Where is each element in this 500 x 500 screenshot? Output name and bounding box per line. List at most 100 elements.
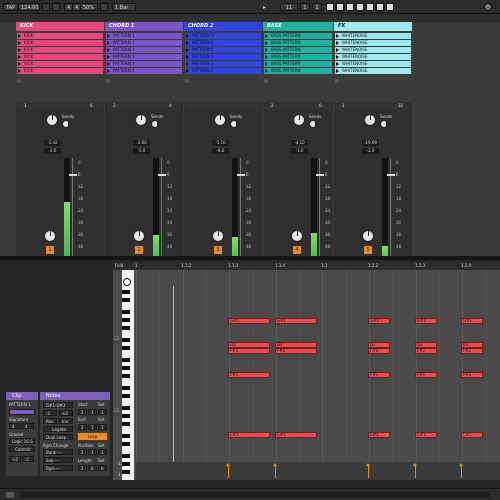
clip-launch-icon[interactable] bbox=[336, 55, 339, 59]
clip-slot[interactable]: KICK bbox=[17, 33, 103, 39]
volume-readout[interactable]: -4.10 bbox=[291, 140, 308, 146]
send-readout[interactable]: -5.0 bbox=[133, 148, 150, 154]
black-key[interactable] bbox=[122, 414, 130, 418]
send-readout[interactable]: -6.0 bbox=[212, 148, 229, 154]
black-key[interactable] bbox=[122, 422, 130, 426]
stop-clip-icon[interactable] bbox=[185, 79, 189, 83]
clip-launch-icon[interactable] bbox=[186, 69, 189, 73]
black-key[interactable] bbox=[122, 338, 130, 342]
track-activator[interactable]: 5 bbox=[364, 246, 372, 254]
black-key[interactable] bbox=[122, 326, 130, 330]
clip-slot[interactable]: PATTERN 1 bbox=[106, 40, 182, 46]
midi-note[interactable]: C#1 bbox=[461, 432, 483, 438]
volume-fader[interactable] bbox=[69, 174, 77, 176]
reverse-button[interactable]: Rev bbox=[43, 418, 57, 424]
velocity-stem[interactable] bbox=[228, 466, 229, 478]
clip-slot[interactable]: PATTERN 1 bbox=[106, 33, 182, 39]
drop-area[interactable] bbox=[414, 22, 500, 102]
end-bar[interactable]: 2 bbox=[78, 424, 87, 430]
midi-note[interactable]: F#2 bbox=[275, 348, 317, 354]
crossfade-knob[interactable] bbox=[133, 230, 145, 242]
send-knob[interactable] bbox=[309, 120, 317, 128]
black-key[interactable] bbox=[122, 318, 130, 322]
midi-note[interactable]: F#1 bbox=[228, 372, 270, 378]
clip-launch-icon[interactable] bbox=[336, 48, 339, 52]
stop-clip-icon[interactable] bbox=[335, 79, 339, 83]
track-header[interactable]: CHORD 2 bbox=[184, 22, 262, 31]
quantization-select[interactable]: 1 Bar bbox=[112, 3, 136, 11]
start-beat[interactable]: 1 bbox=[88, 409, 97, 415]
clip-half-button[interactable]: ×2 bbox=[9, 456, 21, 462]
clip-slot[interactable]: PATTERN 1 bbox=[185, 40, 261, 46]
pgm-field[interactable]: Pgm --- bbox=[43, 465, 73, 471]
io-bar[interactable] bbox=[186, 102, 260, 110]
length-sixteenth[interactable]: 0 bbox=[98, 465, 107, 471]
clip-launch-icon[interactable] bbox=[336, 69, 339, 73]
start-sixteenth[interactable]: 1 bbox=[98, 409, 107, 415]
clip-launch-icon[interactable] bbox=[265, 34, 268, 38]
clip-launch-icon[interactable] bbox=[18, 48, 21, 52]
pan-knob[interactable] bbox=[293, 114, 305, 126]
position-beat[interactable]: 1 bbox=[300, 3, 310, 11]
loop-button[interactable]: Loop bbox=[78, 433, 107, 440]
clip-launch-icon[interactable] bbox=[336, 62, 339, 66]
black-key[interactable] bbox=[122, 346, 130, 350]
stop-clip-icon[interactable] bbox=[106, 79, 110, 83]
end-beat[interactable]: 1 bbox=[88, 424, 97, 430]
midi-note[interactable]: F#2 bbox=[368, 348, 390, 354]
clip-double-button[interactable]: :2 bbox=[22, 456, 34, 462]
black-key[interactable] bbox=[122, 470, 130, 474]
midi-note[interactable]: F#2 bbox=[461, 348, 483, 354]
clip-slot[interactable]: KICK bbox=[17, 47, 103, 53]
stop-clip-icon[interactable] bbox=[264, 79, 268, 83]
preview-toggle-icon[interactable] bbox=[123, 278, 131, 286]
clip-launch-icon[interactable] bbox=[265, 69, 268, 73]
crossfade-knob[interactable] bbox=[212, 230, 224, 242]
track-header[interactable]: CHORD 1 bbox=[105, 22, 183, 31]
clip-slot[interactable]: KICK bbox=[17, 68, 103, 74]
clip-slot[interactable]: WHITENOISE bbox=[335, 40, 411, 46]
sig-num-field[interactable]: 4 bbox=[9, 423, 21, 429]
position-sixteenth[interactable]: 1 bbox=[312, 3, 322, 11]
crossfade-knob[interactable] bbox=[291, 230, 303, 242]
black-key[interactable] bbox=[122, 298, 130, 302]
midi-note[interactable]: G#1 bbox=[368, 318, 390, 324]
midi-note[interactable]: C#1 bbox=[368, 432, 390, 438]
clip-launch-icon[interactable] bbox=[18, 41, 21, 45]
volume-fader[interactable] bbox=[316, 174, 324, 176]
velocity-stem[interactable] bbox=[461, 466, 462, 478]
arrow-right-icon[interactable]: ▸ bbox=[262, 3, 270, 11]
crossfade-knob[interactable] bbox=[44, 230, 56, 242]
clip-slot[interactable]: PATTERN 1 bbox=[185, 54, 261, 60]
clip-launch-icon[interactable] bbox=[107, 69, 110, 73]
zoom-field[interactable]: 50% bbox=[80, 3, 98, 11]
piano-keyboard[interactable] bbox=[122, 270, 134, 480]
midi-note[interactable]: C#1 bbox=[275, 432, 317, 438]
midi-note[interactable]: G#1 bbox=[415, 318, 437, 324]
midi-note[interactable]: C#1 bbox=[415, 432, 437, 438]
black-key[interactable] bbox=[122, 386, 130, 390]
clip-slot[interactable]: PATTERN 1 bbox=[106, 54, 182, 60]
clip-launch-icon[interactable] bbox=[186, 62, 189, 66]
track-activator[interactable]: 4 bbox=[293, 246, 301, 254]
clip-slot[interactable]: BASS PATTERN bbox=[264, 61, 332, 67]
status-left-button[interactable] bbox=[6, 492, 14, 498]
metronome-left[interactable] bbox=[42, 3, 50, 11]
legato-button[interactable]: Legato bbox=[43, 426, 73, 432]
black-key[interactable] bbox=[122, 310, 130, 314]
black-key[interactable] bbox=[122, 290, 130, 294]
black-key[interactable] bbox=[122, 442, 130, 446]
clip-slot[interactable]: PATTERN 1 bbox=[106, 47, 182, 53]
black-key[interactable] bbox=[122, 462, 130, 466]
clip-launch-icon[interactable] bbox=[18, 34, 21, 38]
track-activator[interactable]: 1 bbox=[46, 246, 54, 254]
clip-slot[interactable]: KICK bbox=[17, 40, 103, 46]
stop-clip-icon[interactable] bbox=[17, 79, 21, 83]
sig-den-field[interactable]: 4 bbox=[22, 423, 34, 429]
black-key[interactable] bbox=[122, 374, 130, 378]
clip-name[interactable]: PATTERN 1 bbox=[9, 402, 31, 407]
clip-launch-icon[interactable] bbox=[18, 69, 21, 73]
invert-button[interactable]: Inv bbox=[59, 418, 73, 424]
clip-launch-icon[interactable] bbox=[107, 48, 110, 52]
timeline-ruler[interactable]: Fold bbox=[113, 262, 500, 270]
